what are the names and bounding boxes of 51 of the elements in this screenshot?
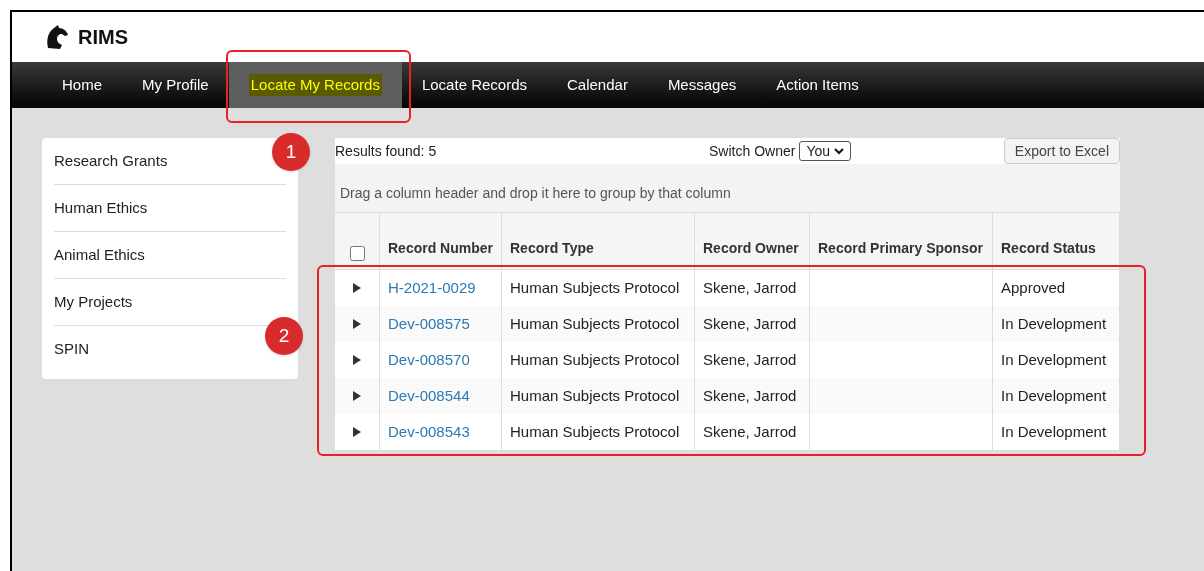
sidebar-item[interactable]: Animal Ethics (54, 243, 145, 267)
table-cell-text: In Development (1001, 421, 1107, 442)
table-cell-text: Skene, Jarrod (703, 421, 797, 442)
table-cell-text: Human Subjects Protocol (510, 421, 680, 442)
record-link[interactable]: Dev-008570 (388, 348, 470, 372)
table-cell-text: In Development (1001, 349, 1107, 370)
expand-arrow-icon[interactable] (353, 427, 361, 437)
sidebar-item[interactable]: Human Ethics (54, 196, 148, 220)
sidebar-item[interactable]: SPIN (54, 338, 89, 361)
owner-select[interactable]: You (799, 141, 851, 161)
sidebar-item[interactable]: Research Grants (54, 149, 168, 173)
select-all-checkbox[interactable] (349, 246, 365, 261)
table-cell-text: Skene, Jarrod (703, 385, 797, 406)
table-cell-text: Skene, Jarrod (703, 277, 797, 298)
record-link[interactable]: Dev-008544 (388, 384, 470, 408)
table-cell-text: Human Subjects Protocol (510, 349, 680, 370)
table-cell-text: In Development (1001, 385, 1107, 406)
nav-tab[interactable]: Home (42, 62, 122, 108)
switch-owner-label: Switch Owner (709, 141, 796, 161)
nav-tab[interactable]: Locate Records (401, 62, 547, 108)
table-cell-text: Human Subjects Protocol (510, 385, 680, 406)
column-header[interactable]: Record Owner (695, 213, 810, 269)
column-header[interactable]: Record Status (993, 213, 1120, 269)
column-header[interactable]: Record Primary Sponsor (810, 213, 993, 269)
app-title: RIMS (78, 25, 128, 50)
expand-arrow-icon[interactable] (353, 391, 361, 401)
expand-arrow-icon[interactable] (353, 355, 361, 365)
record-link[interactable]: Dev-008575 (388, 312, 470, 336)
column-header[interactable]: Record Type (502, 213, 695, 269)
group-panel: Drag a column header and drop it here to group by that column (335, 164, 1120, 213)
nav-tab[interactable]: Locate My Records (228, 62, 402, 108)
table-cell-text: Approved (1001, 277, 1066, 298)
sidebar-item[interactable]: My Projects (54, 290, 133, 314)
table-cell-text: In Development (1001, 313, 1107, 334)
table-cell-text: Human Subjects Protocol (510, 277, 680, 298)
nav-tab[interactable]: Calendar (547, 62, 648, 108)
nav-tab[interactable]: Messages (647, 62, 757, 108)
chevron-down-icon (834, 147, 844, 155)
table-cell-text: Skene, Jarrod (703, 349, 797, 370)
record-link[interactable]: Dev-008543 (388, 420, 470, 444)
nav-tab[interactable]: Action Items (756, 62, 879, 108)
nav-tab[interactable]: My Profile (122, 62, 229, 108)
record-link[interactable]: H-2021-0029 (388, 276, 476, 300)
expand-arrow-icon[interactable] (353, 283, 361, 293)
table-cell-text: Human Subjects Protocol (510, 313, 680, 334)
expand-arrow-icon[interactable] (353, 319, 361, 329)
results-count: Results found: 5 (335, 141, 437, 161)
table-cell-text: Skene, Jarrod (703, 313, 797, 334)
column-header[interactable]: Record Number (380, 213, 502, 269)
horse-head-logo-icon (44, 24, 70, 50)
export-button[interactable]: Export to Excel (1003, 138, 1120, 164)
